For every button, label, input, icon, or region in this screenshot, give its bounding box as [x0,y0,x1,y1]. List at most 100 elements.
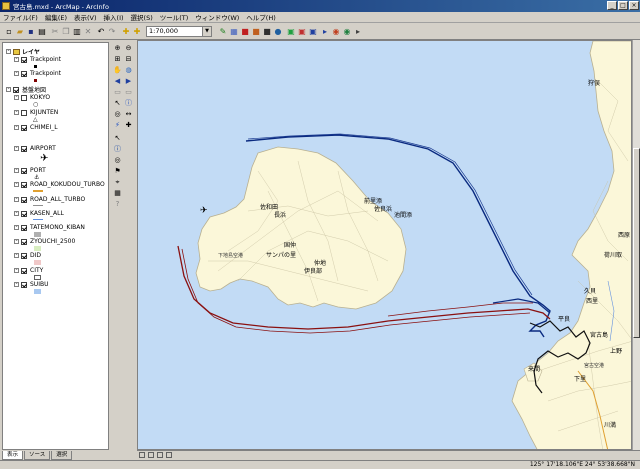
layer-visibility-checkbox[interactable] [21,145,27,152]
map-tips-icon[interactable]: ▣ [286,27,296,37]
menu-tools[interactable]: ツール(T) [160,12,189,22]
collapse-icon[interactable]: - [14,57,19,62]
layer-visibility-checkbox[interactable] [21,94,27,101]
map-canvas[interactable]: ✈ 佐和田 長浜 前里添 佐良浜 池間添 国仲 サンパの里 伊良部 仲地 下地島… [138,41,632,450]
menu-window[interactable]: ウィンドウ(W) [195,12,239,22]
layer-visibility-checkbox[interactable] [21,210,27,217]
collapse-icon[interactable]: - [14,211,19,216]
layer-visibility-checkbox[interactable] [21,267,27,274]
maximize-button[interactable]: □ [618,1,628,10]
time-slider-icon[interactable]: ▦ [113,189,122,198]
find-binoculars-icon[interactable]: ◎ [113,110,122,119]
back-arrow-icon[interactable]: ◀ [113,77,122,86]
toc-layer-did[interactable]: - DID [14,252,41,259]
collapse-icon[interactable]: - [6,87,11,92]
pointer-arrow-icon[interactable]: ↖ [113,134,122,143]
route-icon[interactable]: ⚑ [113,167,122,176]
scrollbar-thumb[interactable] [633,148,640,338]
map-scale-combobox[interactable]: 1:70,000 ▼ [146,26,212,37]
toc-layer-port[interactable]: - PORT [14,167,46,174]
go-to-xy-icon[interactable]: ✚ [124,121,133,130]
toc-root[interactable]: - レイヤ [6,47,40,56]
map-view[interactable]: ✈ 佐和田 長浜 前里添 佐良浜 池間添 国仲 サンパの里 伊良部 仲地 下地島… [137,40,632,450]
layer-visibility-checkbox[interactable] [21,124,27,131]
collapse-icon[interactable]: - [14,225,19,230]
pan-hand-icon[interactable]: ✋ [113,66,122,75]
tab-display[interactable]: 表示 [2,451,24,460]
collapse-icon[interactable]: - [14,95,19,100]
clear-selection-icon[interactable]: ▭ [124,88,133,97]
arcglobe-icon[interactable]: ◉ [342,27,352,37]
layer-visibility-checkbox[interactable] [21,238,27,245]
collapse-icon[interactable]: - [14,182,19,187]
info-icon[interactable]: ⓘ [113,145,122,154]
catalog-icon[interactable]: ■ [251,27,261,37]
xy-icon[interactable]: ⌖ [113,178,122,187]
menu-insert[interactable]: 挿入(I) [104,12,124,22]
toc-layer-road-all[interactable]: - ROAD_ALL_TURBO [14,196,85,203]
toc-layer-tatemono[interactable]: - TATEMONO_KIBAN [14,224,85,231]
layer-visibility-checkbox[interactable] [21,181,27,188]
save-icon[interactable]: ▪ [26,27,36,37]
layer-visibility-checkbox[interactable] [21,70,27,77]
new-document-icon[interactable]: ▫ [4,27,14,37]
collapse-icon[interactable]: - [14,239,19,244]
collapse-icon[interactable]: - [6,49,11,54]
toc-layer-zyouchi[interactable]: - ZYOUCHI_2500 [14,238,75,245]
menu-edit[interactable]: 編集(E) [45,12,67,22]
toc-layer-kasen[interactable]: - KASEN_ALL [14,210,64,217]
tab-selection[interactable]: 選択 [51,451,73,460]
minimize-button[interactable]: _ [607,1,617,10]
toc-group-kiban[interactable]: - 基盤地図 [6,85,46,94]
layer-visibility-checkbox[interactable] [21,224,27,231]
layer-visibility-checkbox[interactable] [21,56,27,63]
globe-icon[interactable]: ◉ [331,27,341,37]
collapse-icon[interactable]: - [14,268,19,273]
collapse-icon[interactable]: - [14,197,19,202]
print-icon[interactable]: ▤ [37,27,47,37]
select-elements-arrow-icon[interactable]: ↖ [113,99,122,108]
toc-layer-chimei[interactable]: - CHIMEI_L [14,124,58,131]
select-features-icon[interactable]: ▭ [113,88,122,97]
toc-layer-city[interactable]: - CITY [14,267,43,274]
help-icon[interactable]: ? [113,200,122,209]
add-data-icon[interactable]: ✚ [121,27,131,37]
collapse-icon[interactable]: - [14,71,19,76]
layer-icon[interactable]: ▣ [297,27,307,37]
collapse-icon[interactable]: - [14,282,19,287]
refresh-icon[interactable] [157,452,163,458]
undo-icon[interactable]: ↶ [96,27,106,37]
fixed-zoom-in-icon[interactable]: ⊞ [113,55,122,64]
map-vertical-scrollbar[interactable] [632,40,640,450]
copy-icon[interactable]: ❐ [61,27,71,37]
toc-layer-kokyo[interactable]: - KOKYO [14,94,50,101]
toc-layer-kijunten[interactable]: - KIJUNTEN [14,109,58,116]
tab-source[interactable]: ソース [24,451,51,460]
help-pointer-icon[interactable]: ▸ [353,27,363,37]
menu-file[interactable]: ファイル(F) [3,12,38,22]
layer-visibility-checkbox[interactable] [13,86,19,93]
layout-view-icon[interactable] [148,452,154,458]
command-line-icon[interactable]: ■ [262,27,272,37]
python-icon[interactable]: ▣ [308,27,318,37]
menu-selection[interactable]: 選択(S) [131,12,153,22]
close-button[interactable]: × [629,1,639,10]
data-view-icon[interactable] [139,452,145,458]
pause-drawing-icon[interactable] [166,452,172,458]
menu-view[interactable]: 表示(V) [74,12,97,22]
full-extent-icon[interactable]: ◍ [124,66,133,75]
open-folder-icon[interactable]: ▰ [15,27,25,37]
redo-icon[interactable]: ↷ [107,27,117,37]
fixed-zoom-out-icon[interactable]: ⊟ [124,55,133,64]
hyperlink-icon[interactable]: ⚡ [113,121,122,130]
pointer-arrow-icon[interactable]: ▸ [320,27,330,37]
layer-visibility-checkbox[interactable] [21,196,27,203]
model-builder-icon[interactable]: ● [273,27,283,37]
layer-visibility-checkbox[interactable] [21,167,27,174]
collapse-icon[interactable]: - [14,125,19,130]
toc-layer-trackpoint-2[interactable]: - Trackpoint [14,70,61,77]
toc-layer-trackpoint-1[interactable]: - Trackpoint [14,56,61,63]
layer-visibility-checkbox[interactable] [21,252,27,259]
collapse-icon[interactable]: - [14,168,19,173]
identify-icon[interactable]: ⓘ [124,99,133,108]
